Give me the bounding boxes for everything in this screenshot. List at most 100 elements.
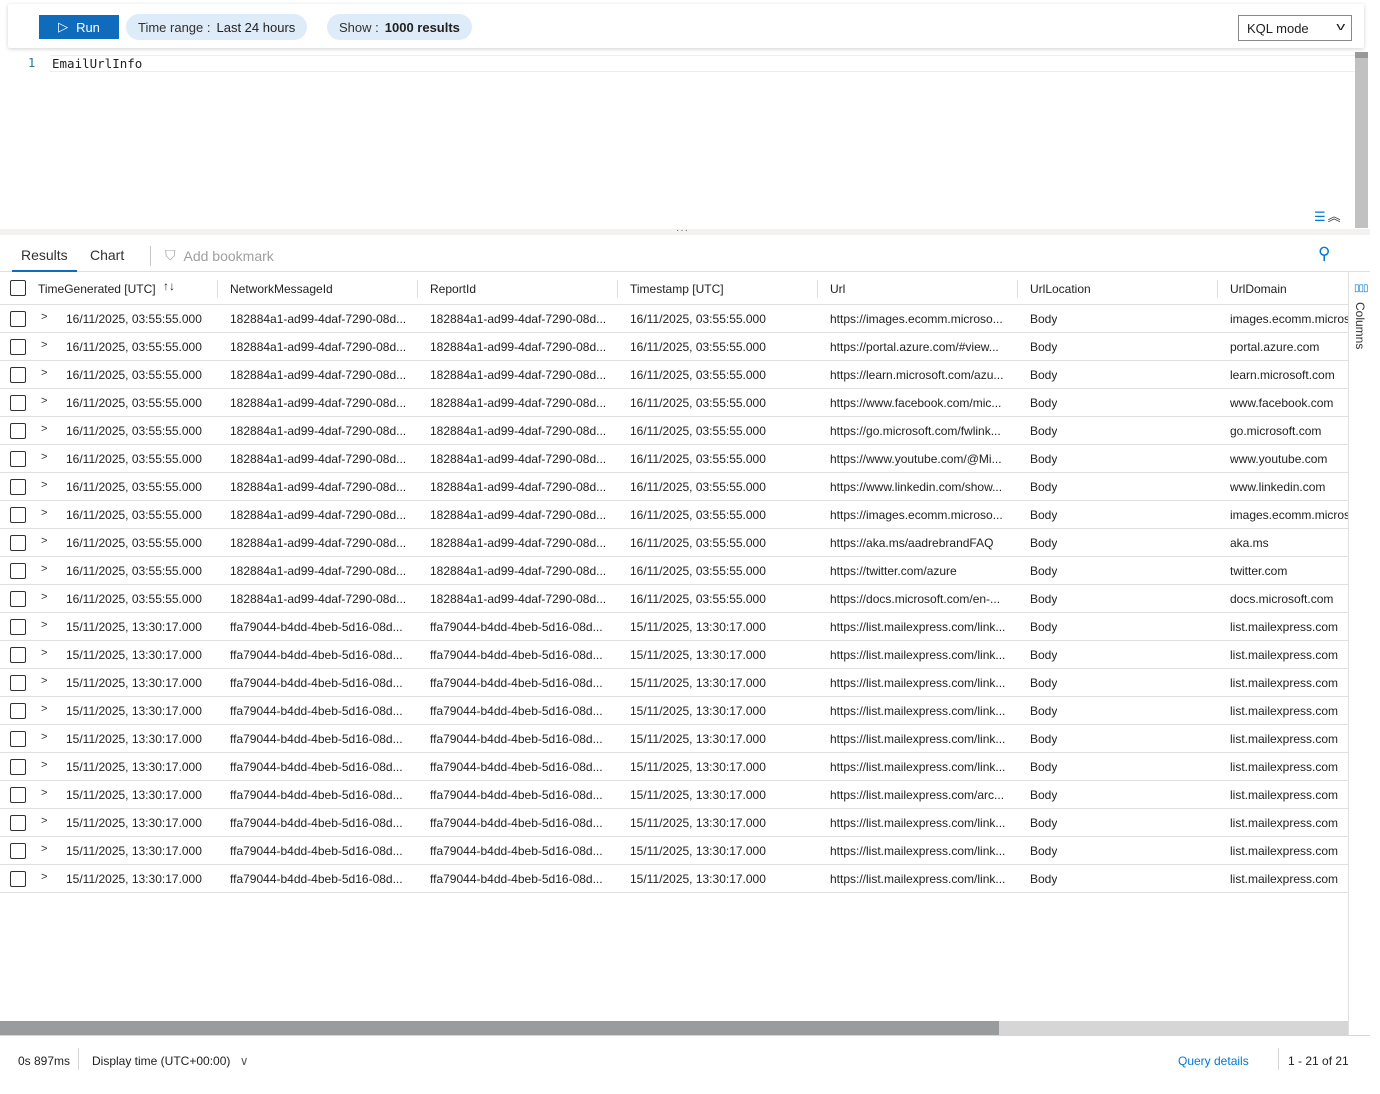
row-checkbox[interactable]	[10, 703, 26, 719]
time-range-picker[interactable]: Time range : Last 24 hours	[126, 14, 308, 40]
drag-handle-icon[interactable]: ···	[676, 225, 689, 236]
expand-row-icon[interactable]: >	[41, 703, 47, 715]
expand-row-icon[interactable]: >	[41, 675, 47, 687]
table-row[interactable]: >16/11/2025, 03:55:55.000 182884a1-ad99-4…	[0, 585, 1348, 613]
expand-row-icon[interactable]: >	[41, 815, 47, 827]
table-row[interactable]: >15/11/2025, 13:30:17.000 ffa79044-b4dd-4…	[0, 697, 1348, 725]
row-checkbox[interactable]	[10, 675, 26, 691]
expand-row-icon[interactable]: >	[41, 507, 47, 519]
expand-row-icon[interactable]: >	[41, 731, 47, 743]
table-row[interactable]: >16/11/2025, 03:55:55.000 182884a1-ad99-4…	[0, 305, 1348, 333]
display-time-dropdown[interactable]: Display time (UTC+00:00) ∨	[92, 1054, 249, 1068]
format-query-icon[interactable]: ☰	[1314, 209, 1326, 224]
cell-reportid: ffa79044-b4dd-4beb-5d16-08d...	[430, 816, 603, 830]
row-checkbox[interactable]	[10, 563, 26, 579]
expand-row-icon[interactable]: >	[41, 871, 47, 883]
expand-row-icon[interactable]: >	[41, 647, 47, 659]
expand-row-icon[interactable]: >	[41, 535, 47, 547]
table-row[interactable]: >15/11/2025, 13:30:17.000 ffa79044-b4dd-4…	[0, 809, 1348, 837]
query-editor[interactable]: 1 EmailUrlInfo	[0, 52, 1356, 228]
header-reportid[interactable]: ReportId	[430, 282, 476, 296]
row-checkbox[interactable]	[10, 787, 26, 803]
row-checkbox[interactable]	[10, 843, 26, 859]
row-checkbox[interactable]	[10, 395, 26, 411]
row-checkbox[interactable]	[10, 591, 26, 607]
row-checkbox[interactable]	[10, 535, 26, 551]
tab-results[interactable]: Results	[12, 247, 77, 272]
mode-dropdown[interactable]: KQL mode v	[1238, 15, 1352, 41]
table-row[interactable]: >16/11/2025, 03:55:55.000 182884a1-ad99-4…	[0, 445, 1348, 473]
cell-urldomain: list.mailexpress.com	[1230, 788, 1339, 802]
header-urllocation[interactable]: UrlLocation	[1030, 282, 1091, 296]
tab-chart[interactable]: Chart	[90, 247, 124, 263]
editor-scrollbar[interactable]	[1355, 52, 1368, 228]
table-row[interactable]: >15/11/2025, 13:30:17.000 ffa79044-b4dd-4…	[0, 781, 1348, 809]
row-checkbox[interactable]	[10, 339, 26, 355]
row-checkbox[interactable]	[10, 647, 26, 663]
add-bookmark-button[interactable]: ⛉ Add bookmark	[165, 247, 274, 264]
expand-row-icon[interactable]: >	[41, 451, 47, 463]
table-row[interactable]: >16/11/2025, 03:55:55.000 182884a1-ad99-4…	[0, 557, 1348, 585]
table-row[interactable]: >16/11/2025, 03:55:55.000 182884a1-ad99-4…	[0, 417, 1348, 445]
query-toolbar: ▷ Run Time range : Last 24 hours Show :100…	[8, 4, 1364, 48]
table-row[interactable]: >15/11/2025, 13:30:17.000 ffa79044-b4dd-4…	[0, 753, 1348, 781]
header-networkmessageid[interactable]: NetworkMessageId	[230, 282, 333, 296]
header-url[interactable]: Url	[830, 282, 845, 296]
cell-timestamp: 16/11/2025, 03:55:55.000	[630, 508, 766, 522]
search-icon[interactable]: ⚲	[1318, 244, 1330, 264]
expand-row-icon[interactable]: >	[41, 759, 47, 771]
expand-row-icon[interactable]: >	[41, 843, 47, 855]
result-limit-picker[interactable]: Show :1000 results	[327, 14, 472, 40]
row-checkbox[interactable]	[10, 367, 26, 383]
cell-timegenerated: 16/11/2025, 03:55:55.000	[66, 424, 202, 438]
header-timestamp[interactable]: Timestamp [UTC]	[630, 282, 724, 296]
header-timegenerated[interactable]: TimeGenerated [UTC]	[38, 282, 156, 296]
row-checkbox[interactable]	[10, 619, 26, 635]
table-row[interactable]: >15/11/2025, 13:30:17.000 ffa79044-b4dd-4…	[0, 865, 1348, 893]
table-row[interactable]: >16/11/2025, 03:55:55.000 182884a1-ad99-4…	[0, 473, 1348, 501]
cell-timestamp: 16/11/2025, 03:55:55.000	[630, 452, 766, 466]
row-checkbox[interactable]	[10, 815, 26, 831]
play-icon: ▷	[58, 19, 69, 34]
cell-timestamp: 15/11/2025, 13:30:17.000	[630, 816, 766, 830]
row-checkbox[interactable]	[10, 451, 26, 467]
expand-row-icon[interactable]: >	[41, 339, 47, 351]
run-button[interactable]: ▷ Run	[39, 15, 119, 39]
expand-row-icon[interactable]: >	[41, 311, 47, 323]
row-checkbox[interactable]	[10, 423, 26, 439]
table-row[interactable]: >15/11/2025, 13:30:17.000 ffa79044-b4dd-4…	[0, 669, 1348, 697]
row-checkbox[interactable]	[10, 759, 26, 775]
expand-row-icon[interactable]: >	[41, 395, 47, 407]
expand-row-icon[interactable]: >	[41, 787, 47, 799]
columns-panel-toggle[interactable]: ▯▯▯ Columns	[1348, 272, 1370, 1036]
query-details-link[interactable]: Query details	[1178, 1054, 1249, 1068]
expand-row-icon[interactable]: >	[41, 423, 47, 435]
expand-row-icon[interactable]: >	[41, 619, 47, 631]
horizontal-scrollbar[interactable]	[0, 1021, 1348, 1035]
collapse-editor-icon[interactable]: ︽	[1328, 209, 1341, 224]
table-row[interactable]: >16/11/2025, 03:55:55.000 182884a1-ad99-4…	[0, 501, 1348, 529]
header-urldomain[interactable]: UrlDomain	[1230, 282, 1287, 296]
expand-row-icon[interactable]: >	[41, 591, 47, 603]
table-row[interactable]: >16/11/2025, 03:55:55.000 182884a1-ad99-4…	[0, 361, 1348, 389]
table-row[interactable]: >16/11/2025, 03:55:55.000 182884a1-ad99-4…	[0, 529, 1348, 557]
table-row[interactable]: >15/11/2025, 13:30:17.000 ffa79044-b4dd-4…	[0, 725, 1348, 753]
row-checkbox[interactable]	[10, 507, 26, 523]
expand-row-icon[interactable]: >	[41, 563, 47, 575]
scrollbar-thumb[interactable]	[0, 1021, 999, 1035]
table-row[interactable]: >15/11/2025, 13:30:17.000 ffa79044-b4dd-4…	[0, 613, 1348, 641]
row-checkbox[interactable]	[10, 731, 26, 747]
row-checkbox[interactable]	[10, 871, 26, 887]
table-row[interactable]: >16/11/2025, 03:55:55.000 182884a1-ad99-4…	[0, 333, 1348, 361]
row-checkbox[interactable]	[10, 311, 26, 327]
expand-row-icon[interactable]: >	[41, 479, 47, 491]
row-checkbox[interactable]	[10, 479, 26, 495]
expand-row-icon[interactable]: >	[41, 367, 47, 379]
table-row[interactable]: >15/11/2025, 13:30:17.000 ffa79044-b4dd-4…	[0, 641, 1348, 669]
table-row[interactable]: >16/11/2025, 03:55:55.000 182884a1-ad99-4…	[0, 389, 1348, 417]
select-all-checkbox[interactable]	[10, 280, 26, 296]
query-text[interactable]: EmailUrlInfo	[52, 56, 142, 71]
table-row[interactable]: >15/11/2025, 13:30:17.000 ffa79044-b4dd-4…	[0, 837, 1348, 865]
columns-icon: ▯▯▯	[1354, 283, 1368, 294]
sort-icon[interactable]: ↑↓	[163, 279, 175, 293]
